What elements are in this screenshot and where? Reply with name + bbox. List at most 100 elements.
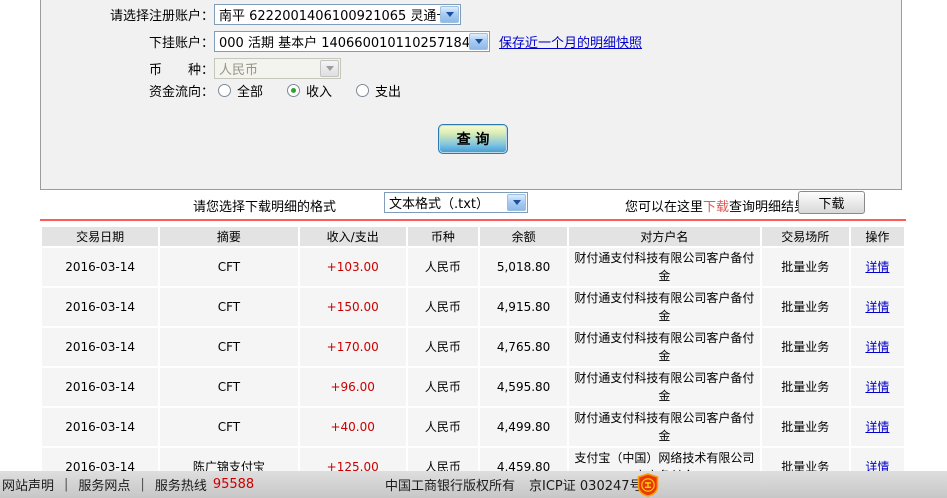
- currency-row: 币 种： 人民币: [41, 58, 341, 79]
- cell-amount: +40.00: [299, 408, 406, 446]
- register-account-value: 南平 6222001406100921065 灵通卡: [219, 9, 450, 24]
- save-snapshot-link[interactable]: 保存近一个月的明细快照: [499, 32, 642, 51]
- cell-venue: 批量业务: [761, 248, 849, 286]
- cell-counterparty: 财付通支付科技有限公司客户备付金: [569, 248, 760, 286]
- radio-icon: [218, 83, 231, 97]
- register-account-label: 请选择注册账户：: [109, 9, 214, 24]
- cell-summary: CFT: [160, 248, 298, 286]
- table-row: 2016-03-14 CFT +150.00 人民币 4,915.80 财付通支…: [42, 288, 904, 326]
- cell-balance: 4,499.80: [479, 408, 568, 446]
- chevron-down-glyph: [325, 66, 334, 71]
- cell-currency: 人民币: [407, 368, 478, 406]
- cell-date: 2016-03-14: [42, 368, 159, 406]
- header-balance: 余额: [479, 227, 568, 246]
- sub-account-select[interactable]: 000 活期 基本户 1406600101102571848: [214, 31, 490, 52]
- icbc-badge-icon: [636, 473, 660, 497]
- query-form-box: 请选择注册账户： 南平 6222001406100921065 灵通卡 下挂账户…: [40, 0, 902, 190]
- cell-venue: 批量业务: [761, 288, 849, 326]
- cell-counterparty: 财付通支付科技有限公司客户备付金: [569, 408, 760, 446]
- cell-date: 2016-03-14: [42, 288, 159, 326]
- download-format-label: 请您选择下载明细的格式: [193, 200, 337, 215]
- header-summary: 摘要: [160, 227, 298, 246]
- cell-counterparty: 财付通支付科技有限公司客户备付金: [569, 328, 760, 366]
- sub-account-value: 000 活期 基本户 1406600101102571848: [219, 36, 479, 51]
- table-row: 2016-03-14 CFT +96.00 人民币 4,595.80 财付通支付…: [42, 368, 904, 406]
- icp-number: 京ICP证 030247号: [529, 479, 643, 494]
- radio-label-income: 收入: [306, 84, 333, 100]
- hotline-label: 服务热线: [154, 479, 207, 494]
- footer-separator: |: [140, 477, 145, 492]
- service-outlets-link[interactable]: 服务网点: [78, 475, 130, 494]
- cell-venue: 批量业务: [761, 408, 849, 446]
- radio-label-expense: 支出: [375, 84, 402, 100]
- chevron-down-icon: [320, 60, 339, 77]
- footer-links: 网站声明 | 服务网点 | 服务热线 95588: [2, 471, 254, 498]
- radio-icon: [356, 83, 370, 97]
- detail-link[interactable]: 详情: [865, 380, 889, 394]
- cell-summary: CFT: [160, 288, 298, 326]
- cell-venue: 批量业务: [761, 368, 849, 406]
- register-account-select[interactable]: 南平 6222001406100921065 灵通卡: [214, 4, 461, 25]
- cell-currency: 人民币: [407, 408, 478, 446]
- radio-option-all[interactable]: 全部: [218, 81, 263, 100]
- radio-option-income[interactable]: 收入: [287, 81, 332, 100]
- sub-account-label: 下挂账户：: [148, 36, 214, 51]
- detail-link[interactable]: 详情: [865, 260, 889, 274]
- radio-icon: [287, 83, 301, 97]
- detail-link[interactable]: 详情: [865, 300, 889, 314]
- download-hint-link[interactable]: 下载: [703, 200, 729, 215]
- table-row: 2016-03-14 CFT +170.00 人民币 4,765.80 财付通支…: [42, 328, 904, 366]
- currency-label: 币 种：: [148, 63, 214, 78]
- cell-date: 2016-03-14: [42, 408, 159, 446]
- download-hint: 您可以在这里下载查询明细结果: [625, 196, 807, 215]
- header-currency: 币种: [407, 227, 478, 246]
- footer-separator: |: [64, 477, 69, 492]
- cell-venue: 批量业务: [761, 328, 849, 366]
- cell-amount: +150.00: [299, 288, 406, 326]
- detail-link[interactable]: 详情: [865, 420, 889, 434]
- sub-account-row: 下挂账户： 000 活期 基本户 1406600101102571848 保存近…: [41, 31, 642, 52]
- cell-summary: CFT: [160, 368, 298, 406]
- cell-amount: +96.00: [299, 368, 406, 406]
- hotline-number: 95588: [212, 477, 255, 492]
- header-date: 交易日期: [42, 227, 159, 246]
- cell-amount: +170.00: [299, 328, 406, 366]
- chevron-down-glyph: [445, 12, 454, 17]
- fund-flow-row: 资金流向： 全部 收入 支出: [41, 81, 425, 100]
- fund-flow-label: 资金流向：: [148, 84, 214, 100]
- header-venue: 交易场所: [761, 227, 849, 246]
- download-button[interactable]: 下载: [798, 191, 865, 214]
- transaction-query-page: 请选择注册账户： 南平 6222001406100921065 灵通卡 下挂账户…: [0, 0, 947, 498]
- download-hint-suffix: 查询明细结果: [729, 200, 808, 215]
- site-statement-link[interactable]: 网站声明: [2, 475, 54, 494]
- chevron-down-icon[interactable]: [440, 6, 459, 23]
- cell-summary: CFT: [160, 408, 298, 446]
- cell-summary: CFT: [160, 328, 298, 366]
- query-button[interactable]: 查 询: [438, 124, 508, 154]
- header-amount: 收入/支出: [299, 227, 406, 246]
- header-counterparty: 对方户名: [569, 227, 760, 246]
- download-format-value: 文本格式（.txt）: [389, 197, 490, 212]
- red-divider: [40, 219, 906, 221]
- radio-option-expense[interactable]: 支出: [356, 81, 401, 100]
- cell-counterparty: 财付通支付科技有限公司客户备付金: [569, 288, 760, 326]
- cell-currency: 人民币: [407, 288, 478, 326]
- header-action: 操作: [850, 227, 904, 246]
- cell-counterparty: 财付通支付科技有限公司客户备付金: [569, 368, 760, 406]
- chevron-down-icon[interactable]: [469, 33, 488, 50]
- cell-balance: 4,595.80: [479, 368, 568, 406]
- detail-link[interactable]: 详情: [865, 340, 889, 354]
- download-hint-prefix: 您可以在这里: [625, 200, 704, 215]
- copyright-text: 中国工商银行版权所有: [385, 479, 516, 494]
- download-format-select[interactable]: 文本格式（.txt）: [384, 192, 528, 213]
- cell-currency: 人民币: [407, 248, 478, 286]
- transactions-table: 交易日期 摘要 收入/支出 币种 余额 对方户名 交易场所 操作 2016-03…: [40, 225, 906, 488]
- chevron-down-icon[interactable]: [507, 194, 526, 211]
- table-row: 2016-03-14 CFT +103.00 人民币 5,018.80 财付通支…: [42, 248, 904, 286]
- table-header-row: 交易日期 摘要 收入/支出 币种 余额 对方户名 交易场所 操作: [42, 227, 904, 246]
- chevron-down-glyph: [512, 200, 521, 205]
- cell-date: 2016-03-14: [42, 328, 159, 366]
- radio-label-all: 全部: [237, 84, 264, 100]
- register-account-row: 请选择注册账户： 南平 6222001406100921065 灵通卡: [41, 4, 461, 25]
- table-row: 2016-03-14 CFT +40.00 人民币 4,499.80 财付通支付…: [42, 408, 904, 446]
